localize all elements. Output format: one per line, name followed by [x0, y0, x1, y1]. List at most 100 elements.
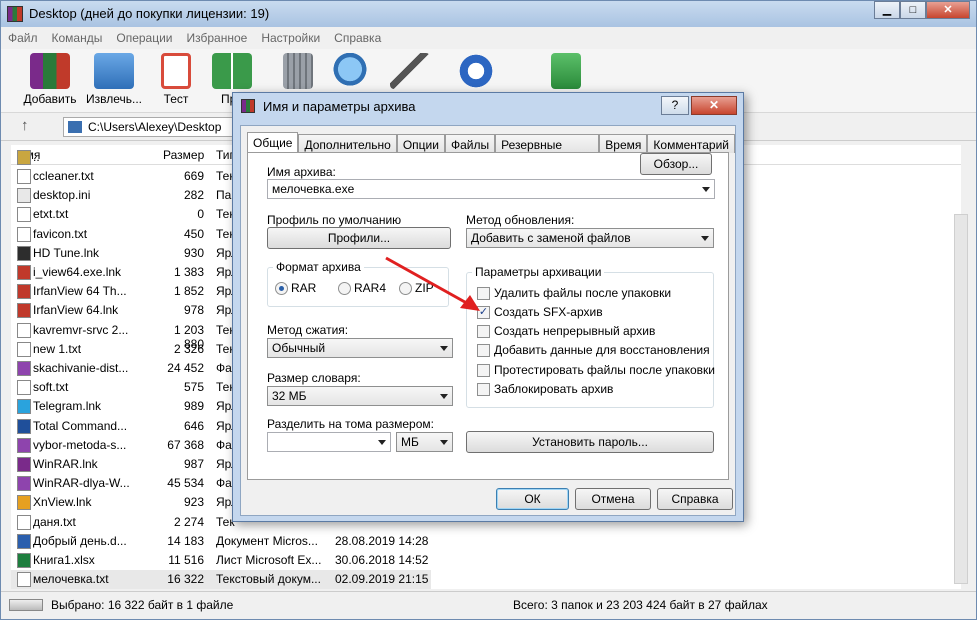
menu-settings[interactable]: Настройки — [254, 27, 327, 45]
set-password-button[interactable]: Установить пароль... — [466, 431, 714, 453]
file-name: etxt.txt — [33, 207, 69, 222]
file-row[interactable]: Книга1.xlsx 11 516 Лист Microsoft Ex... 30.… — [11, 551, 431, 570]
file-name: Total Command... — [33, 418, 128, 433]
text-file-icon — [17, 226, 31, 242]
lock-archive-label: Заблокировать архив — [494, 382, 614, 396]
menu-favorites[interactable]: Избранное — [180, 27, 255, 45]
file-size: 16 322 — [167, 572, 204, 587]
arrow-head — [460, 295, 480, 311]
png-file-icon — [17, 437, 31, 453]
lock-archive-checkbox[interactable] — [477, 383, 490, 396]
tab-general[interactable]: Общие — [247, 132, 299, 153]
maximize-button[interactable]: □ — [900, 1, 926, 19]
winrar-icon — [7, 6, 23, 22]
info-icon — [456, 53, 496, 89]
text-file-icon — [17, 514, 31, 530]
recovery-record-checkbox[interactable] — [477, 344, 490, 357]
file-name: Книга1.xlsx — [33, 553, 95, 567]
tab-advanced[interactable]: Дополнительно — [298, 134, 397, 153]
cancel-button[interactable]: Отмена — [575, 488, 651, 510]
format-rar-radio[interactable] — [275, 282, 288, 295]
repair-icon — [551, 53, 581, 89]
minimize-button[interactable]: ▁ — [874, 1, 900, 19]
file-name: даня.txt — [33, 514, 76, 529]
file-name: .. — [33, 149, 40, 164]
up-arrow-icon[interactable]: ↑ — [21, 117, 29, 134]
update-method-value: Добавить с заменой файлов — [471, 231, 631, 245]
word-doc-icon — [17, 533, 31, 549]
toolbar-extract-button[interactable]: Извлечь... — [83, 53, 145, 106]
dialog-close-button[interactable]: ✕ — [691, 96, 737, 115]
file-size: 978 — [183, 303, 204, 318]
test-files-checkbox[interactable] — [477, 364, 490, 377]
toolbar-repair-button[interactable] — [535, 53, 597, 89]
text-file-icon — [17, 572, 31, 588]
file-row[interactable]: мелочевка.txt 16 322 Текстовый докум... 02.… — [11, 570, 431, 590]
split-unit-select[interactable]: МБ — [396, 432, 453, 452]
file-size: 67 368 — [167, 437, 204, 452]
toolbar-wizard-button[interactable] — [379, 53, 441, 89]
tab-comment[interactable]: Комментарий — [647, 134, 735, 153]
vertical-scrollbar[interactable] — [954, 214, 968, 584]
dictionary-label: Размер словаря: — [267, 371, 361, 385]
format-label: Формат архива — [273, 260, 364, 274]
shortcut-icon — [17, 245, 31, 261]
file-name: XnView.lnk — [33, 495, 92, 510]
file-name: favicon.txt — [33, 226, 88, 241]
chevron-down-icon — [702, 187, 710, 192]
archive-name-label: Имя архива: — [267, 165, 336, 179]
file-row[interactable]: Добрый день.d... 14 183 Документ Micros...… — [11, 532, 431, 551]
toolbar-test-label: Тест — [163, 92, 189, 106]
browse-button[interactable]: Обзор... — [640, 153, 712, 175]
total-commander-icon — [17, 418, 31, 434]
file-size: 282 — [183, 188, 204, 203]
dialog-body: Общие Дополнительно Опции Файлы Резервны… — [240, 125, 736, 516]
window-controls: ▁ □ ✕ — [874, 1, 970, 19]
solid-archive-label: Создать непрерывный архив — [494, 324, 656, 338]
archive-name-combo[interactable]: мелочевка.exe — [267, 179, 715, 199]
split-size-combo[interactable] — [267, 432, 391, 452]
dictionary-select[interactable]: 32 МБ — [267, 386, 453, 406]
tab-time[interactable]: Время — [599, 134, 648, 153]
toolbar-info-button[interactable] — [445, 53, 507, 89]
menu-file[interactable]: Файл — [1, 27, 45, 45]
file-size: 11 516 — [168, 553, 204, 567]
compression-select[interactable]: Обычный — [267, 338, 453, 358]
menu-operations[interactable]: Операции — [109, 27, 179, 45]
dialog-help-button[interactable]: ? — [661, 96, 689, 115]
file-date: 28.08.2019 14:28 — [335, 533, 429, 548]
toolbar-find-button[interactable] — [321, 53, 383, 89]
close-button[interactable]: ✕ — [926, 1, 970, 19]
toolbar-delete-button[interactable] — [267, 53, 329, 89]
status-total: Всего: 3 папок и 23 203 424 байт в 27 фа… — [513, 598, 768, 612]
tab-options[interactable]: Опции — [396, 134, 445, 153]
toolbar-add-button[interactable]: Добавить — [19, 53, 81, 106]
tab-backup[interactable]: Резервные копии — [495, 134, 600, 166]
file-name: desktop.ini — [33, 188, 91, 203]
file-name: skachivanie-dist... — [33, 361, 129, 375]
file-size: 669 — [183, 169, 204, 183]
up-folder-icon — [17, 149, 31, 165]
toolbar-test-button[interactable]: Тест — [145, 53, 207, 106]
menu-commands[interactable]: Команды — [45, 27, 110, 45]
update-method-label: Метод обновления: — [466, 213, 575, 227]
solid-archive-checkbox[interactable] — [477, 325, 490, 338]
format-rar4-radio[interactable] — [338, 282, 351, 295]
file-name: ccleaner.txt — [33, 169, 94, 183]
dialog-tabs: Общие Дополнительно Опции Файлы Резервны… — [247, 132, 735, 166]
tab-files[interactable]: Файлы — [444, 134, 496, 153]
file-name: Добрый день.d... — [33, 533, 127, 548]
toolbar-add-label: Добавить — [23, 92, 77, 106]
update-method-select[interactable]: Добавить с заменой файлов — [466, 228, 714, 248]
png-file-icon — [17, 361, 31, 376]
file-name: new 1.txt — [33, 341, 82, 356]
file-size: 1 383 — [173, 265, 204, 279]
menu-help[interactable]: Справка — [327, 27, 388, 45]
ok-button[interactable]: ОК — [496, 488, 569, 510]
status-selected: Выбрано: 16 322 байт в 1 файле — [51, 598, 234, 612]
profiles-button[interactable]: Профили... — [267, 227, 451, 249]
file-size: 646 — [183, 418, 204, 433]
find-magnifier-icon — [332, 53, 372, 89]
help-button[interactable]: Справка — [657, 488, 733, 510]
text-file-icon — [17, 341, 31, 357]
